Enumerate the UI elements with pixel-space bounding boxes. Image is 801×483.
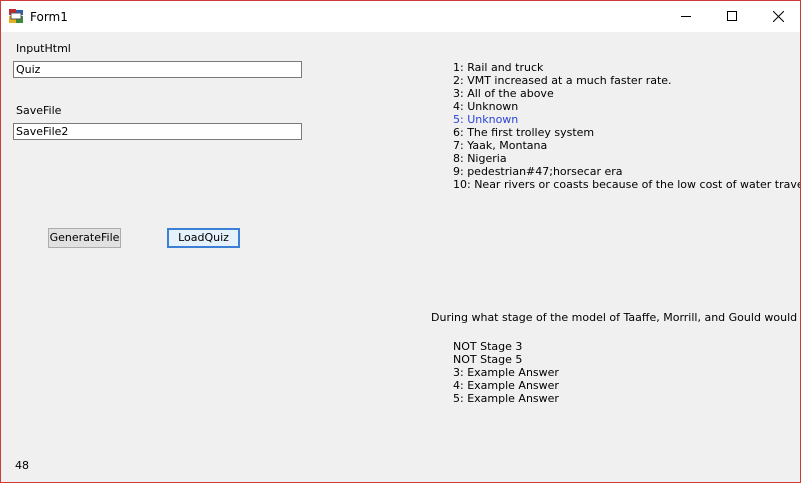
list-item[interactable]: 9: pedestrian#47;horsecar era xyxy=(453,165,800,178)
list-item[interactable]: 3: All of the above xyxy=(453,87,800,100)
close-button[interactable] xyxy=(755,1,800,32)
app-icon xyxy=(9,9,23,23)
list-item[interactable]: 2: VMT increased at a much faster rate. xyxy=(453,74,800,87)
input-html-label: InputHtml xyxy=(16,42,71,55)
main-window: Form1 InputHtml Quiz SaveFile SaveFile2 … xyxy=(0,0,801,483)
minimize-icon xyxy=(681,16,691,17)
generate-file-button[interactable]: GenerateFile xyxy=(48,228,121,248)
load-quiz-button[interactable]: LoadQuiz xyxy=(167,228,240,248)
list-item[interactable]: 10: Near rivers or coasts because of the… xyxy=(453,178,800,191)
list-item[interactable]: 4: Example Answer xyxy=(453,379,559,392)
list-item[interactable]: 4: Unknown xyxy=(453,100,800,113)
maximize-icon xyxy=(727,11,737,21)
list-item[interactable]: 5: Example Answer xyxy=(453,392,559,405)
list-item[interactable]: 8: Nigeria xyxy=(453,152,800,165)
list-item[interactable]: NOT Stage 3 xyxy=(453,340,559,353)
title-bar[interactable]: Form1 xyxy=(1,1,800,32)
save-file-label: SaveFile xyxy=(16,104,62,117)
list-item[interactable]: 1: Rail and truck xyxy=(453,61,800,74)
question-label: During what stage of the model of Taaffe… xyxy=(431,311,800,324)
save-file-field[interactable]: SaveFile2 xyxy=(13,123,302,140)
maximize-button[interactable] xyxy=(709,1,755,32)
options-list[interactable]: NOT Stage 3 NOT Stage 5 3: Example Answe… xyxy=(453,340,559,405)
list-item-selected[interactable]: 5: Unknown xyxy=(453,113,800,126)
close-icon xyxy=(773,11,784,22)
window-title: Form1 xyxy=(30,10,68,24)
answers-list[interactable]: 1: Rail and truck 2: VMT increased at a … xyxy=(453,61,800,191)
minimize-button[interactable] xyxy=(663,1,709,32)
count-label: 48 xyxy=(15,459,29,472)
input-html-field[interactable]: Quiz xyxy=(13,61,302,78)
list-item[interactable]: 3: Example Answer xyxy=(453,366,559,379)
list-item[interactable]: 7: Yaak, Montana xyxy=(453,139,800,152)
list-item[interactable]: NOT Stage 5 xyxy=(453,353,559,366)
list-item[interactable]: 6: The first trolley system xyxy=(453,126,800,139)
